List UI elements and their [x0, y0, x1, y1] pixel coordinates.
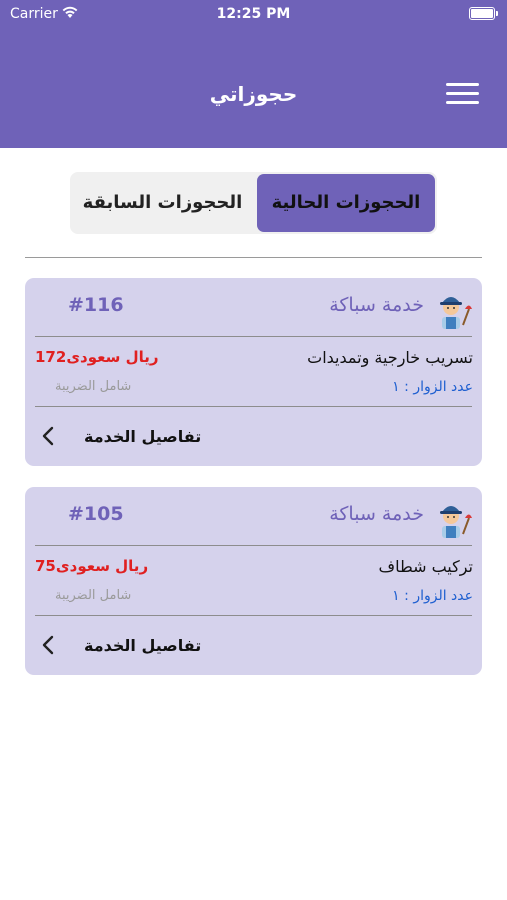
booking-card: خدمة سباكة #105 تركيب شطاف 75ريال سعودى … [25, 487, 482, 675]
tax-note: شامل الضريبة [55, 588, 132, 603]
divider [35, 336, 472, 337]
chevron-left-icon [42, 635, 54, 655]
plumber-icon [440, 506, 472, 538]
service-details-button[interactable]: تفاصيل الخدمة [37, 416, 277, 458]
service-name: خدمة سباكة [329, 503, 424, 525]
booking-number: #105 [68, 503, 124, 525]
battery-icon [469, 7, 498, 20]
tab-current-bookings[interactable]: الحجوزات الحالية [257, 174, 435, 232]
plumber-icon [440, 297, 472, 329]
service-details-label: تفاصيل الخدمة [84, 636, 202, 655]
tab-previous-bookings[interactable]: الحجوزات السابقة [72, 174, 253, 232]
booking-card: خدمة سباكة #116 تسريب خارجية وتمديدات 17… [25, 278, 482, 466]
divider [35, 545, 472, 546]
status-time: 12:25 PM [216, 6, 291, 22]
visitors-count: عدد الزوار : ١ [392, 588, 473, 604]
divider [35, 615, 472, 616]
price: 75ريال سعودى [35, 557, 149, 575]
service-details-label: تفاصيل الخدمة [84, 427, 202, 446]
service-name: خدمة سباكة [329, 294, 424, 316]
price: 172ريال سعودى [35, 348, 159, 366]
hamburger-menu-icon[interactable] [446, 83, 479, 105]
status-bar: Carrier 12:25 PM [0, 0, 507, 28]
divider [25, 257, 482, 258]
service-description: تسريب خارجية وتمديدات [307, 348, 473, 367]
bookings-segmented-control: الحجوزات الحالية الحجوزات السابقة [70, 172, 437, 234]
service-details-button[interactable]: تفاصيل الخدمة [37, 625, 277, 667]
chevron-left-icon [42, 426, 54, 446]
tax-note: شامل الضريبة [55, 379, 132, 394]
page-title: حجوزاتي [209, 82, 298, 106]
visitors-count: عدد الزوار : ١ [392, 379, 473, 395]
service-description: تركيب شطاف [378, 557, 473, 576]
booking-number: #116 [68, 294, 124, 316]
app-header: Carrier 12:25 PM حجوزاتي [0, 0, 507, 148]
divider [35, 406, 472, 407]
